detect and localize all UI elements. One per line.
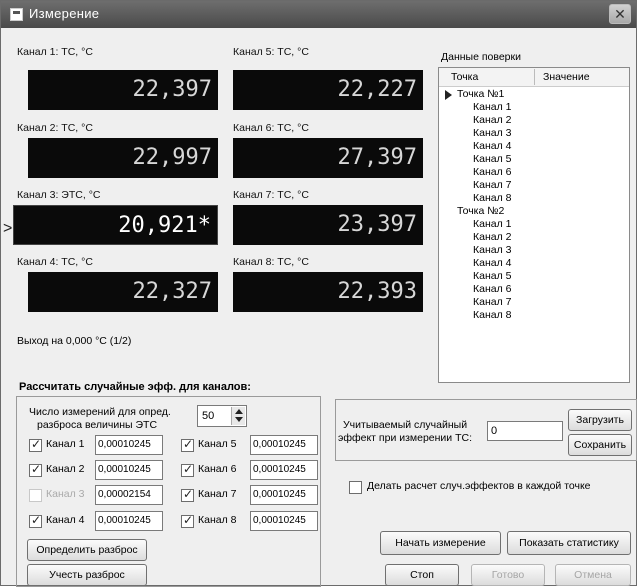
account-spread-button[interactable]: Учесть разброс <box>27 564 147 586</box>
channel-2-effect-field[interactable]: 0,00010245 <box>95 460 163 480</box>
channel-7-checkbox[interactable] <box>181 487 194 502</box>
channel-4-checkbox-label[interactable]: Канал 4 <box>46 514 84 526</box>
channel-7-label: Канал 7: ТС, °С <box>233 189 309 201</box>
spin-up-icon[interactable] <box>235 409 243 414</box>
channel-4-label: Канал 4: ТС, °С <box>17 256 93 268</box>
window-title: Измерение <box>29 6 100 21</box>
channel-6-checkbox[interactable] <box>181 462 194 477</box>
measurement-count-spinner[interactable]: 50 <box>197 405 247 427</box>
channel-5-display: 22,227 <box>233 70 423 110</box>
window-icon <box>10 8 23 21</box>
count-label-line1: Число измерений для опред. <box>29 406 171 418</box>
verification-title: Данные поверки <box>441 51 521 63</box>
tree-row-channel[interactable]: Канал 1 <box>473 218 511 230</box>
effect-input[interactable]: 0 <box>487 421 563 441</box>
channel-5-checkbox[interactable] <box>181 437 194 452</box>
channel-1-checkbox-label[interactable]: Канал 1 <box>46 438 84 450</box>
measurement-window: Измерение ✕ Канал 1: ТС, °С 22,397 Канал… <box>0 0 637 587</box>
channel-2-label: Канал 2: ТС, °С <box>17 122 93 134</box>
channel-3-checkbox[interactable] <box>29 489 42 502</box>
spin-down-icon[interactable] <box>235 417 243 422</box>
measurement-count-value: 50 <box>202 410 215 422</box>
tree-row-channel[interactable]: Канал 2 <box>473 231 511 243</box>
channel-3-display: 20,921* <box>13 205 218 245</box>
spinner-arrows[interactable] <box>231 407 245 425</box>
tree-row-channel[interactable]: Канал 5 <box>473 270 511 282</box>
title-bar: Измерение ✕ <box>1 1 636 28</box>
count-label-line2: разброса величины ЭТС <box>37 419 158 431</box>
channel-3-label: Канал 3: ЭТС, °С <box>17 189 101 201</box>
channel-1-display: 22,397 <box>28 70 218 110</box>
tree-row-channel[interactable]: Канал 1 <box>473 101 511 113</box>
channel-2-checkbox[interactable] <box>29 462 42 477</box>
channel-6-label: Канал 6: ТС, °С <box>233 122 309 134</box>
column-point-header[interactable]: Точка <box>451 71 478 83</box>
tree-row-channel[interactable]: Канал 6 <box>473 166 511 178</box>
verification-tree[interactable]: Точка Значение Точка №1 Канал 1 Канал 2 … <box>438 67 630 383</box>
tree-header: Точка Значение <box>439 68 629 87</box>
random-effects-title: Рассчитать случайные эфф. для каналов: <box>19 381 251 393</box>
channel-8-checkbox-label[interactable]: Канал 8 <box>198 514 236 526</box>
tree-row-channel[interactable]: Канал 3 <box>473 127 511 139</box>
tree-row-channel[interactable]: Канал 3 <box>473 244 511 256</box>
tree-row-channel[interactable]: Канал 4 <box>473 140 511 152</box>
tree-row-channel[interactable]: Канал 4 <box>473 257 511 269</box>
channel-7-checkbox-label[interactable]: Канал 7 <box>198 488 236 500</box>
stop-button[interactable]: Стоп <box>385 564 459 586</box>
channel-2-checkbox-label[interactable]: Канал 2 <box>46 463 84 475</box>
channel-1-label: Канал 1: ТС, °С <box>17 46 93 58</box>
channel-7-display: 23,397 <box>233 205 423 245</box>
tree-row-channel[interactable]: Канал 8 <box>473 309 511 321</box>
channel-4-checkbox[interactable] <box>29 513 42 528</box>
cancel-button[interactable]: Отмена <box>555 564 631 586</box>
channel-8-checkbox[interactable] <box>181 513 194 528</box>
tree-row-point-2[interactable]: Точка №2 <box>457 205 504 217</box>
tree-row-channel[interactable]: Канал 8 <box>473 192 511 204</box>
determine-spread-button[interactable]: Определить разброс <box>27 539 147 561</box>
channel-6-checkbox-label[interactable]: Канал 6 <box>198 463 236 475</box>
column-value-header[interactable]: Значение <box>543 71 590 83</box>
channel-5-label: Канал 5: ТС, °С <box>233 46 309 58</box>
show-statistics-button[interactable]: Показать статистику <box>507 531 631 555</box>
channel-4-effect-field[interactable]: 0,00010245 <box>95 511 163 531</box>
channel-8-effect-field[interactable]: 0,00010245 <box>250 511 318 531</box>
tree-row-channel[interactable]: Канал 7 <box>473 296 511 308</box>
channel-8-label: Канал 8: ТС, °С <box>233 256 309 268</box>
channel-6-display: 27,397 <box>233 138 423 178</box>
close-button[interactable]: ✕ <box>609 4 631 24</box>
channel-6-effect-field[interactable]: 0,00010245 <box>250 460 318 480</box>
tree-row-channel[interactable]: Канал 5 <box>473 153 511 165</box>
channel-2-display: 22,997 <box>28 138 218 178</box>
selected-row-arrow-icon <box>445 90 452 100</box>
tree-row-channel[interactable]: Канал 2 <box>473 114 511 126</box>
output-status: Выход на 0,000 °С (1/2) <box>17 335 132 347</box>
ready-button[interactable]: Готово <box>471 564 545 586</box>
effect-label-line1: Учитываемый случайный <box>343 419 468 431</box>
tree-row-channel[interactable]: Канал 6 <box>473 283 511 295</box>
channel-3-checkbox-label: Канал 3 <box>46 488 85 500</box>
effect-label-line2: эффект при измерении ТС: <box>338 432 472 444</box>
channel-8-display: 22,393 <box>233 272 423 312</box>
channel-3-effect-field[interactable]: 0,00002154 <box>95 485 163 505</box>
each-point-label[interactable]: Делать расчет случ.эффектов в каждой точ… <box>367 480 591 492</box>
load-button[interactable]: Загрузить <box>568 409 632 431</box>
channel-5-checkbox-label[interactable]: Канал 5 <box>198 438 236 450</box>
each-point-checkbox[interactable] <box>349 481 362 494</box>
channel-7-effect-field[interactable]: 0,00010245 <box>250 485 318 505</box>
active-channel-pointer: > <box>3 220 13 237</box>
tree-row-channel[interactable]: Канал 7 <box>473 179 511 191</box>
channel-1-effect-field[interactable]: 0,00010245 <box>95 435 163 455</box>
channel-1-checkbox[interactable] <box>29 437 42 452</box>
start-measurement-button[interactable]: Начать измерение <box>380 531 501 555</box>
tree-row-point-1[interactable]: Точка №1 <box>457 88 504 100</box>
save-button[interactable]: Сохранить <box>568 434 632 456</box>
channel-5-effect-field[interactable]: 0,00010245 <box>250 435 318 455</box>
channel-4-display: 22,327 <box>28 272 218 312</box>
